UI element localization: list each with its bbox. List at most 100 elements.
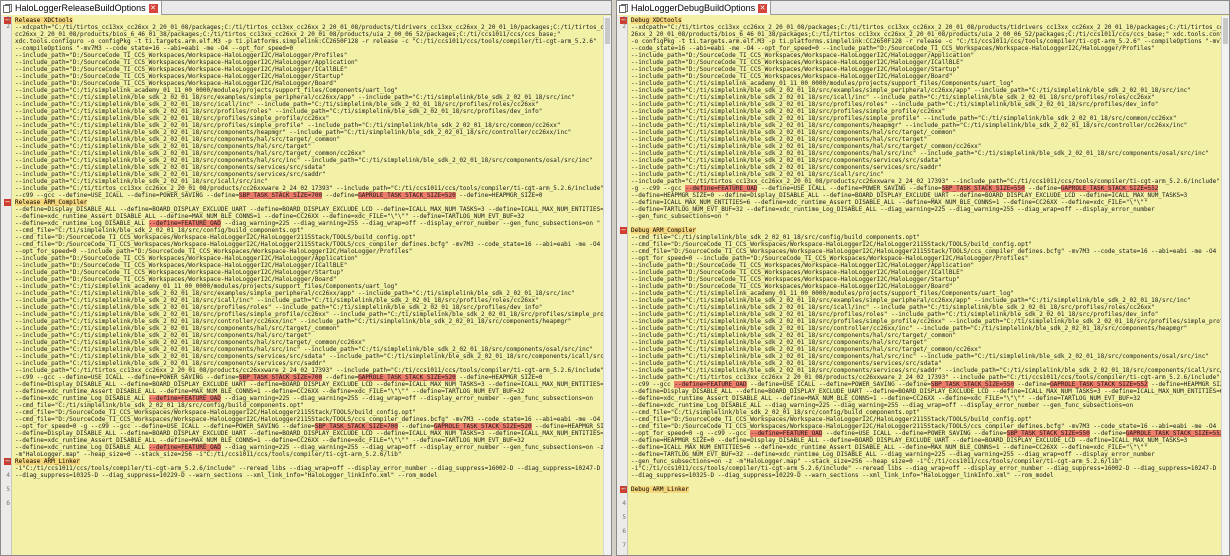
value-line: --include_path="C:/ti/simplelink/ble_sdk… bbox=[15, 304, 543, 311]
section-key: Debug ARM_Linker bbox=[631, 486, 689, 493]
value-line: --include_path="C:/ti/simplelink/ble_sdk… bbox=[631, 150, 1209, 157]
right-editor-pane: HaloLoggerDebugBuildOptions ✕ − Debug XDC… bbox=[616, 0, 1230, 556]
value-line: --include_path="D:/SourceCode_TI_CCS_Wor… bbox=[15, 276, 337, 283]
value-line: --code_state=16 --abi=eabi -me -O4 --opt… bbox=[631, 45, 1155, 52]
value-line: --include_path="C:/ti/simplelink/ble_sdk… bbox=[631, 101, 1159, 108]
value-line: --include_path="D:/SourceCode_TI_CCS_Wor… bbox=[15, 73, 344, 80]
line-number: 3 bbox=[6, 458, 10, 465]
value-line: --define=xdc_runtime_Assert_DISABLE_ALL … bbox=[631, 395, 1141, 402]
value-line: --include_path="D:/SourceCode_TI_CCS_Wor… bbox=[631, 52, 975, 59]
left-scroll-thumb[interactable] bbox=[605, 18, 610, 44]
value-line: --include_path="C:/ti/simplelink/ble_sdk… bbox=[631, 171, 884, 178]
value-line: --include_path="C:/ti/simplelink/ble_sdk… bbox=[15, 332, 312, 339]
value-line: -g --c99 --gcc --define=FEATURE_OAD --de… bbox=[631, 185, 1159, 192]
value-line: --include_path="D:/SourceCode_TI_CCS_Wor… bbox=[631, 262, 975, 269]
value-line: --cmd_file="C:/ti/simplelink/ble_sdk_2_0… bbox=[631, 409, 920, 416]
value-line: -i"C:/ti/ccs1011/ccs/tools/compiler/ti-c… bbox=[15, 465, 601, 472]
line-number: 6 bbox=[6, 500, 10, 507]
close-icon[interactable]: ✕ bbox=[148, 3, 158, 13]
value-line: --define=Display_DISABLE_ALL --define=BO… bbox=[15, 430, 608, 437]
value-line: --include_path="D:/SourceCode_TI_CCS_Wor… bbox=[631, 269, 964, 276]
value-line: --include_path="C:/ti/simplelink/ble_sdk… bbox=[15, 353, 612, 360]
value-line: --cmd_file="D:/SourceCode_TI_CCS_Workspa… bbox=[15, 241, 601, 248]
value-line: --include_path="C:/ti/simplelink/ble_sdk… bbox=[631, 318, 1230, 325]
fold-toggle-icon[interactable]: − bbox=[4, 199, 11, 206]
value-line: --cmd_file="C:/ti/simplelink/ble_sdk_2_0… bbox=[631, 234, 920, 241]
value-line: --include_path="C:/ti/simplelink/ble_sdk… bbox=[15, 346, 593, 353]
value-line: --define=ICALL_MAX_NUM_ENTITIES=6 --defi… bbox=[631, 444, 1148, 451]
line-number: 5 bbox=[622, 514, 626, 521]
value-line: --include_path="C:/ti/simplelink/ble_sdk… bbox=[631, 353, 1209, 360]
value-line: --include_path="C:/ti/simplelink/ble_sdk… bbox=[631, 129, 957, 136]
value-line: --opt_for_speed=0 -g --c99 --gcc --defin… bbox=[15, 423, 612, 430]
value-line: --include_path="D:/SourceCode_TI_CCS_Wor… bbox=[631, 59, 964, 66]
value-line: --compileOptions "-mv7M3 --code_state=16… bbox=[15, 45, 294, 52]
value-line: --xdcpath="C:/ti/tirtos_cc13xx_cc26xx_2_… bbox=[15, 24, 612, 31]
section-key: Debug XDCtools bbox=[631, 17, 682, 24]
right-vertical-scrollbar[interactable] bbox=[1221, 16, 1229, 555]
value-line: --opt_for_speed=0 --include_path="D:/Sou… bbox=[15, 248, 413, 255]
value-line: --diag_suppress=10325-D --diag_suppress=… bbox=[631, 472, 1054, 479]
right-editor-content[interactable]: − Debug XDCtools --xdcpath="C:/ti/tirtos_c… bbox=[617, 16, 1229, 555]
value-line: --include_path="C:/ti/simplelink/ble_sdk… bbox=[631, 360, 942, 367]
value-line: --include_path="D:/SourceCode_TI_CCS_Wor… bbox=[15, 52, 348, 59]
line-number: 4 bbox=[6, 472, 10, 479]
value-line: --include_path="D:/SourceCode_TI_CCS_Wor… bbox=[631, 283, 953, 290]
right-scroll-thumb[interactable] bbox=[1223, 18, 1228, 44]
value-line: --c99 --gcc --define=USE_ICALL --define=… bbox=[15, 374, 543, 381]
left-vertical-scrollbar[interactable] bbox=[603, 16, 611, 555]
value-line: --include_path="C:/ti/simplelink/ble_sdk… bbox=[15, 157, 593, 164]
value-line: --include_path="C:/ti/simplelink/ble_sdk… bbox=[631, 87, 1191, 94]
value-line: --define=xdc_runtime_Log_DISABLE_ALL --d… bbox=[15, 444, 604, 451]
line-number: 1 bbox=[6, 16, 10, 23]
value-line: --include_path="C:/ti/simplelink/ble_sdk… bbox=[631, 325, 1188, 332]
line-number: 5 bbox=[6, 486, 10, 493]
value-line: --cmd_file="D:/SourceCode_TI_CCS_Workspa… bbox=[631, 423, 1217, 430]
value-line: --include_path="C:/ti/simplelink/ble_sdk… bbox=[15, 115, 330, 122]
value-line: --include_path="C:/ti/simplelink/ble_sdk… bbox=[15, 136, 341, 143]
value-line: --include_path="C:/ti/simplelink/ble_sdk… bbox=[15, 143, 312, 150]
value-line: --include_path="D:/SourceCode_TI_CCS_Wor… bbox=[15, 262, 348, 269]
line-number: 3 bbox=[622, 486, 626, 493]
document-stack-icon bbox=[619, 3, 628, 13]
value-line: --include_path="C:/ti/simplelink/ble_sdk… bbox=[15, 311, 612, 318]
value-line: --include_path="D:/SourceCode_TI_CCS_Wor… bbox=[15, 255, 359, 262]
section-key: Release ARM_Compiler bbox=[15, 199, 88, 206]
value-line: --define=TARTLOG_NUM_EVT_BUF=32 --define… bbox=[631, 206, 1155, 213]
left-editor-tab[interactable]: HaloLoggerReleaseBuildOptions ✕ bbox=[1, 1, 162, 15]
value-line: --include_path="C:/ti/simplelink/ble_sdk… bbox=[15, 150, 366, 157]
value-line: cc26xx_2_20_01_08/products/bios_6_46_01_… bbox=[15, 31, 561, 38]
close-icon[interactable]: ✕ bbox=[758, 3, 768, 13]
value-line: --include_path="C:/ti/tirtos_cc13xx_cc26… bbox=[631, 178, 1220, 185]
value-line: --define=HEAPMGR_SIZE=0 --define=Display… bbox=[631, 192, 1188, 199]
value-line: -m"HaloLogger.map" --heap_size=0 --stack… bbox=[15, 451, 402, 458]
value-line: --include_path="D:/SourceCode_TI_CCS_Wor… bbox=[15, 66, 348, 73]
left-editor-content[interactable]: − Release XDCtools --xdcpath="C:/ti/tirtos… bbox=[1, 16, 611, 555]
right-gutter bbox=[617, 16, 628, 555]
value-line: --include_path="C:/ti/simplelink_academy… bbox=[631, 290, 1014, 297]
value-line: --define=xdc_runtime_Log_DISABLE_ALL --d… bbox=[15, 395, 593, 402]
value-line: --include_path="C:/ti/simplelink/ble_sdk… bbox=[631, 157, 942, 164]
value-line: --include_path="D:/SourceCode_TI_CCS_Wor… bbox=[631, 73, 953, 80]
value-line: xdc.tools.configuro -o configPkg -t ti.t… bbox=[15, 38, 597, 45]
value-line: --include_path="C:/ti/simplelink/ble_sdk… bbox=[631, 108, 946, 115]
value-line: --include_path="C:/ti/simplelink/ble_sdk… bbox=[631, 304, 1155, 311]
value-line: --define=xdc_runtime_Assert_DISABLE_ALL … bbox=[15, 213, 525, 220]
fold-toggle-icon[interactable]: − bbox=[620, 227, 627, 234]
value-line: --include_path="C:/ti/simplelink_academy… bbox=[15, 283, 398, 290]
value-line: --include_path="D:/SourceCode_TI_CCS_Wor… bbox=[15, 80, 337, 87]
right-editor-tab[interactable]: HaloLoggerDebugBuildOptions ✕ bbox=[617, 1, 772, 15]
line-number: 2 bbox=[6, 23, 10, 30]
value-line: --include_path="C:/ti/simplelink/ble_sdk… bbox=[15, 108, 543, 115]
value-line: --include_path="C:/ti/simplelink/ble_sdk… bbox=[15, 360, 326, 367]
value-line: --diag_suppress=10325-D --diag_suppress=… bbox=[15, 472, 438, 479]
left-editor-pane: HaloLoggerReleaseBuildOptions ✕ − Release… bbox=[0, 0, 612, 556]
value-line: --include_path="C:/ti/simplelink/ble_sdk… bbox=[15, 325, 341, 332]
value-line: --include_path="C:/ti/simplelink/ble_sdk… bbox=[631, 136, 928, 143]
value-line: --cmd_file="D:/SourceCode_TI_CCS_Workspa… bbox=[631, 416, 1032, 423]
document-stack-icon bbox=[3, 3, 12, 13]
value-line: --cmd_file="D:/SourceCode_TI_CCS_Workspa… bbox=[15, 409, 416, 416]
value-line: --include_path="C:/ti/simplelink/ble_sdk… bbox=[15, 339, 366, 346]
line-number: 1 bbox=[622, 16, 626, 23]
value-line: --define=xdc_runtime_Assert_DISABLE_ALL … bbox=[15, 437, 525, 444]
